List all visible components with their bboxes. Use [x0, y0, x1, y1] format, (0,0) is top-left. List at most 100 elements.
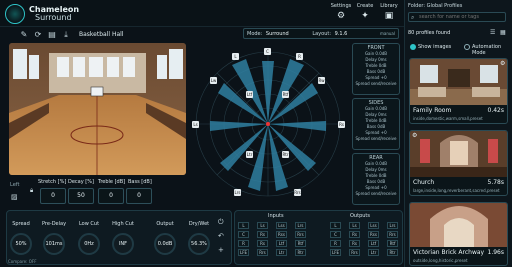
input-cell[interactable]: Rrs — [257, 249, 268, 256]
edit-icon[interactable]: ✎ — [19, 30, 29, 39]
folder-icon[interactable]: ▣ — [374, 11, 404, 21]
mode-value[interactable]: Surround — [266, 31, 289, 37]
spread-knob[interactable]: 50% — [10, 233, 32, 255]
search-input[interactable] — [419, 13, 505, 21]
output-cell[interactable]: Rss — [368, 231, 379, 238]
speaker-r[interactable]: R — [296, 53, 303, 60]
undo-icon[interactable]: ↶ — [218, 232, 224, 240]
layout-label: Layout: — [312, 31, 332, 37]
stretch-field[interactable]: 0 — [40, 188, 66, 204]
speaker-rw[interactable]: Rw — [318, 77, 325, 84]
input-cell[interactable]: Lss — [276, 222, 287, 229]
input-cell[interactable]: L — [238, 222, 249, 229]
surround-radar[interactable]: C L R Ls Rs Lrs Rrs Lw Rw Ltf Rtf Ltr Rt… — [190, 43, 350, 206]
library-menu-label[interactable]: Library — [374, 3, 404, 9]
output-cell[interactable]: Rrs — [349, 249, 360, 256]
bass-field[interactable]: 0 — [126, 188, 152, 204]
card-duration: 5.78s — [487, 179, 505, 186]
output-label: Output — [156, 221, 174, 227]
card-settings-icon[interactable]: ⚙ — [500, 60, 505, 67]
speaker-rs[interactable]: Rs — [338, 121, 345, 128]
plus-icon[interactable]: + — [218, 246, 224, 254]
rear-panel[interactable]: REAR Gain 0.0dB Delay 0ms Treble 0dB Bas… — [352, 153, 400, 205]
show-images-radio[interactable] — [410, 44, 416, 50]
output-cell[interactable]: LFE — [330, 249, 341, 256]
front-panel[interactable]: FRONT Gain 0.0dB Delay 0ms Treble 0dB Ba… — [352, 43, 400, 95]
refresh-icon[interactable]: ⟳ — [33, 30, 43, 39]
basketball-hall-image — [9, 43, 186, 175]
rear-row[interactable]: Spread send/receive — [353, 191, 399, 197]
speaker-rrs[interactable]: Rrs — [294, 189, 301, 196]
card-tags: outside,long,historic,preset — [413, 258, 468, 263]
card-settings-icon[interactable]: ⚙ — [412, 132, 417, 139]
input-cell[interactable]: Ltf — [276, 240, 287, 247]
input-cell[interactable]: Rtr — [295, 249, 306, 256]
input-cell[interactable]: Ltr — [276, 249, 287, 256]
input-cell[interactable]: Rtf — [295, 240, 306, 247]
input-cell[interactable]: Rss — [276, 231, 287, 238]
save-icon[interactable]: ▤ — [47, 30, 57, 39]
profile-card-family-room[interactable]: Family Room 0.42s inside,domestic,warm,s… — [409, 58, 508, 124]
speaker-ltf[interactable]: Ltf — [246, 91, 253, 98]
grid-view-icon[interactable]: ▦ — [500, 29, 506, 36]
predelay-knob[interactable]: 101ms — [43, 233, 65, 255]
highcut-knob[interactable]: INF — [112, 233, 134, 255]
output-cell[interactable]: Lss — [368, 222, 379, 229]
profile-card-church[interactable]: Church 5.78s large,inside,long,reverbera… — [409, 130, 508, 196]
speaker-rtr[interactable]: Rtr — [282, 151, 289, 158]
output-cell[interactable]: Rs — [349, 240, 360, 247]
input-cell[interactable]: R — [238, 240, 249, 247]
sides-row[interactable]: Spread send/receive — [353, 136, 399, 142]
lock-icon[interactable]: 🔒︎ — [30, 187, 33, 195]
output-cell[interactable]: Rrs — [387, 231, 398, 238]
input-cell[interactable]: Lrs — [295, 222, 306, 229]
output-cell[interactable]: L — [330, 222, 341, 229]
image-icon[interactable]: ▨ — [11, 193, 18, 201]
speaker-lrs[interactable]: Lrs — [234, 189, 241, 196]
output-cell[interactable]: C — [330, 231, 341, 238]
output-cell[interactable]: Rtr — [387, 249, 398, 256]
drywet-knob[interactable]: 56.3% — [188, 233, 210, 255]
decay-field[interactable]: 50 — [68, 188, 94, 204]
search-box[interactable]: ⌕ — [408, 12, 506, 22]
decay-label: Decay [%] — [68, 179, 94, 185]
profile-card-victorian-brick-archway[interactable]: Victorian Brick Archway 1.96s outside,lo… — [409, 202, 508, 266]
treble-label: Treble [dB] — [98, 179, 126, 185]
speaker-l[interactable]: L — [232, 53, 239, 60]
output-knob[interactable]: 0.0dB — [154, 233, 176, 255]
input-cell[interactable]: Ls — [257, 222, 268, 229]
speaker-lw[interactable]: Lw — [210, 77, 217, 84]
output-cell[interactable]: Lrs — [387, 222, 398, 229]
layout-value[interactable]: 9.1.6 — [335, 31, 348, 37]
treble-field[interactable]: 0 — [98, 188, 124, 204]
list-view-icon[interactable]: ☰ — [490, 29, 495, 36]
power-icon[interactable]: ⏻ — [218, 218, 224, 227]
download-icon[interactable]: ⤓ — [61, 30, 71, 40]
output-cell[interactable]: Ls — [349, 222, 360, 229]
lowcut-knob[interactable]: 0Hz — [78, 233, 100, 255]
speaker-c[interactable]: C — [264, 48, 271, 55]
sides-panel[interactable]: SIDES Gain 0.0dB Delay 0ms Treble 0dB Ba… — [352, 98, 400, 150]
speaker-ls[interactable]: Ls — [192, 121, 199, 128]
speaker-rtf[interactable]: Rtf — [282, 91, 289, 98]
input-cell[interactable]: Rrs — [295, 231, 306, 238]
output-cell[interactable]: Ltr — [368, 249, 379, 256]
bass-label: Bass [dB] — [128, 179, 152, 185]
input-cell[interactable]: Rs — [257, 240, 268, 247]
stretch-label: Stretch [%] — [38, 179, 67, 185]
input-cell[interactable]: LFE — [238, 249, 249, 256]
mode-layout-bar[interactable]: Mode: Surround Layout: 9.1.6 manual — [243, 28, 399, 39]
preset-name[interactable]: Basketball Hall — [79, 31, 123, 38]
highcut-label: High Cut — [112, 221, 134, 227]
output-cell[interactable]: R — [330, 240, 341, 247]
automation-radio[interactable] — [464, 44, 470, 50]
input-cell[interactable]: C — [238, 231, 249, 238]
output-cell[interactable]: Rtf — [387, 240, 398, 247]
speaker-ltr[interactable]: Ltr — [246, 151, 253, 158]
output-cell[interactable]: Ltf — [368, 240, 379, 247]
input-cell[interactable]: Rs — [257, 231, 268, 238]
front-row[interactable]: Spread send/receive — [353, 81, 399, 87]
output-cell[interactable]: Rs — [349, 231, 360, 238]
folder-label[interactable]: Folder: Global Profiles — [408, 3, 462, 9]
compare-status[interactable]: Compare: OFF — [8, 259, 37, 264]
